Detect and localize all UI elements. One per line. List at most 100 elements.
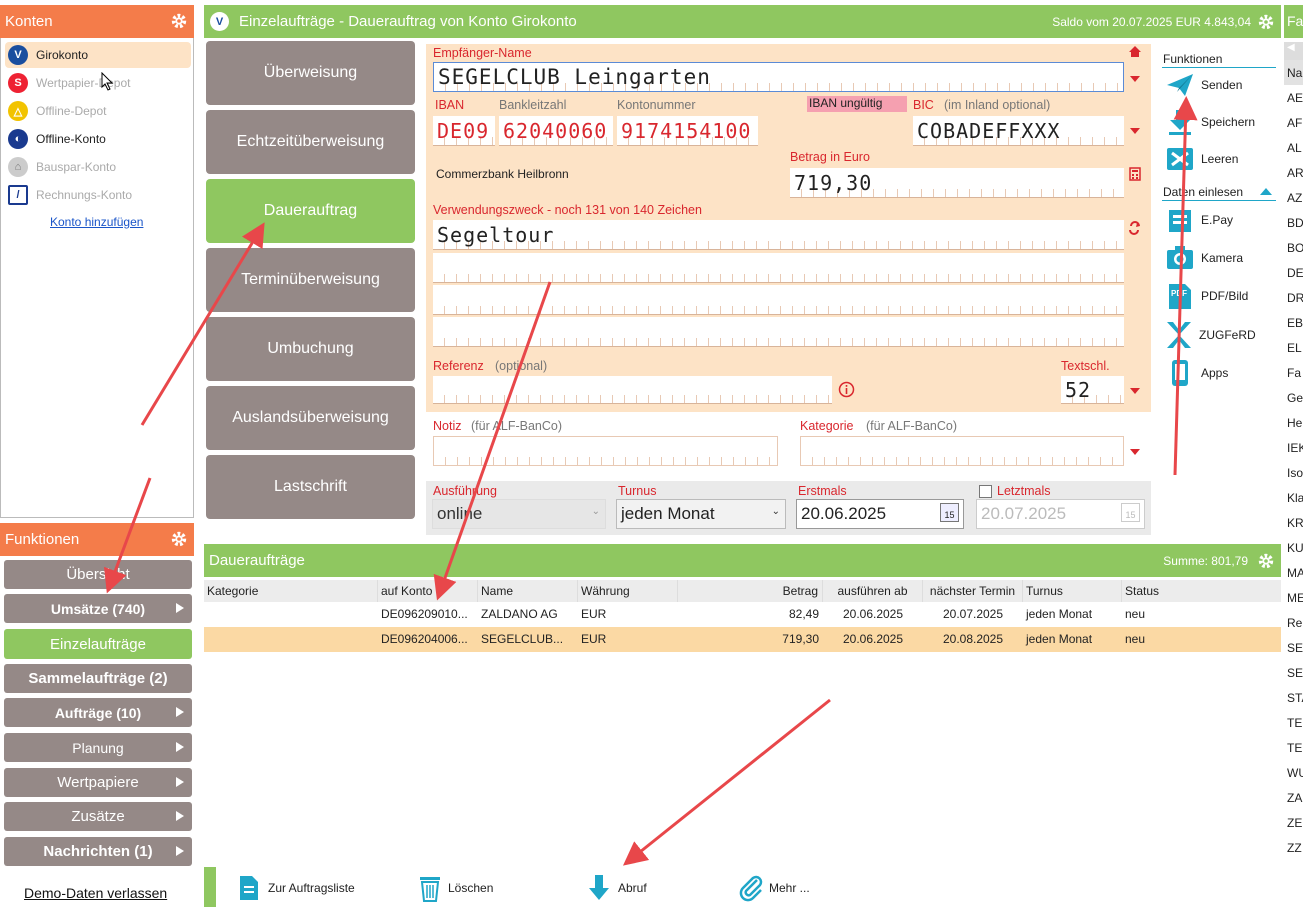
zugferd-button[interactable]: ZUGFeRD bbox=[1165, 320, 1256, 350]
side-list-item[interactable]: MA bbox=[1284, 560, 1303, 585]
nav-uebersicht[interactable]: Übersicht bbox=[4, 560, 192, 589]
col-betrag[interactable]: Betrag bbox=[678, 580, 823, 602]
nav-wertpapiere[interactable]: Wertpapiere bbox=[4, 768, 192, 797]
side-list-item[interactable]: Iso bbox=[1284, 460, 1303, 485]
nav-einzelauftraege[interactable]: Einzelaufträge bbox=[4, 629, 192, 659]
side-list-item[interactable]: AL bbox=[1284, 135, 1303, 160]
col-waehrung[interactable]: Währung bbox=[578, 580, 678, 602]
account-rechnungs-konto[interactable]: / Rechnungs-Konto bbox=[5, 182, 191, 208]
nav-umsaetze[interactable]: Umsätze (740) bbox=[4, 594, 192, 623]
col-auf-konto[interactable]: auf Konto bbox=[378, 580, 478, 602]
account-offline-depot[interactable]: △ Offline-Depot bbox=[5, 98, 191, 124]
dropdown-arrow-icon[interactable] bbox=[1130, 449, 1140, 455]
nav-sammelauftraege[interactable]: Sammelaufträge (2) bbox=[4, 664, 192, 693]
side-list-item[interactable]: BO bbox=[1284, 235, 1303, 260]
col-name[interactable]: Name bbox=[478, 580, 578, 602]
pdf-button[interactable]: PDF PDF/Bild bbox=[1165, 282, 1248, 310]
col-ausfuehren-ab[interactable]: ausführen ab bbox=[823, 580, 923, 602]
dropdown-arrow-icon[interactable] bbox=[1130, 388, 1140, 394]
gear-icon[interactable] bbox=[1257, 13, 1275, 31]
side-list-item[interactable]: AZ bbox=[1284, 185, 1303, 210]
account-wertpapier-depot[interactable]: S Wertpapier-Depot bbox=[5, 70, 191, 96]
side-list-item[interactable]: IEK bbox=[1284, 435, 1303, 460]
side-list-item[interactable]: KR bbox=[1284, 510, 1303, 535]
side-list-item[interactable]: Ge bbox=[1284, 385, 1303, 410]
side-list-item[interactable]: TE bbox=[1284, 735, 1303, 760]
abruf-button[interactable]: Abruf bbox=[588, 874, 647, 902]
gear-icon[interactable] bbox=[1257, 552, 1275, 570]
calendar-icon[interactable]: 15 bbox=[940, 503, 959, 522]
zweck-line-3[interactable] bbox=[433, 285, 1124, 315]
col-turnus[interactable]: Turnus bbox=[1023, 580, 1122, 602]
clear-button[interactable]: Leeren bbox=[1165, 145, 1238, 173]
kto-input[interactable]: 9174154100 bbox=[617, 116, 758, 146]
zweck-line-4[interactable] bbox=[433, 317, 1124, 347]
side-list-item[interactable]: Kla bbox=[1284, 485, 1303, 510]
blz-input[interactable]: 62040060 bbox=[499, 116, 613, 146]
side-list-item[interactable]: ME bbox=[1284, 585, 1303, 610]
side-list-item[interactable]: SE bbox=[1284, 660, 1303, 685]
side-list-item[interactable]: SE bbox=[1284, 635, 1303, 660]
save-button[interactable]: Speichern bbox=[1165, 108, 1255, 136]
zweck-line-2[interactable] bbox=[433, 253, 1124, 283]
gear-icon[interactable] bbox=[170, 530, 188, 548]
col-naechster-termin[interactable]: nächster Termin bbox=[923, 580, 1023, 602]
zweck-line-1[interactable]: Segeltour bbox=[433, 220, 1124, 250]
calculator-icon[interactable] bbox=[1129, 167, 1141, 181]
type-dauerauftrag[interactable]: Dauerauftrag bbox=[206, 179, 415, 243]
apps-button[interactable]: Apps bbox=[1165, 358, 1228, 388]
kategorie-input[interactable] bbox=[800, 436, 1124, 466]
swap-icon[interactable] bbox=[1128, 221, 1141, 235]
delete-button[interactable]: Löschen bbox=[418, 874, 493, 902]
textschl-input[interactable]: 52 bbox=[1061, 376, 1124, 404]
side-list-item[interactable]: AR bbox=[1284, 160, 1303, 185]
more-button[interactable]: Mehr ... bbox=[739, 874, 810, 902]
side-list-item[interactable]: Re bbox=[1284, 610, 1303, 635]
col-kategorie[interactable]: Kategorie bbox=[204, 580, 378, 602]
send-button[interactable]: Senden bbox=[1165, 72, 1242, 98]
erstmals-input[interactable]: 20.06.2025 15 bbox=[796, 499, 964, 529]
side-list-item[interactable]: ZA bbox=[1284, 785, 1303, 810]
account-bauspar-konto[interactable]: ⌂ Bauspar-Konto bbox=[5, 154, 191, 180]
side-list-item[interactable]: STA bbox=[1284, 685, 1303, 710]
type-lastschrift[interactable]: Lastschrift bbox=[206, 455, 415, 519]
side-list-item[interactable]: Na bbox=[1284, 60, 1303, 85]
side-list-item[interactable]: EB bbox=[1284, 310, 1303, 335]
side-list-item[interactable]: AF bbox=[1284, 110, 1303, 135]
type-auslandsueberweisung[interactable]: Auslandsüberweisung bbox=[206, 386, 415, 450]
side-list-item[interactable]: Fa bbox=[1284, 360, 1303, 385]
auftragsliste-button[interactable]: Zur Auftragsliste bbox=[238, 874, 355, 902]
side-list-item[interactable]: EL bbox=[1284, 335, 1303, 360]
side-list-item[interactable]: DR bbox=[1284, 285, 1303, 310]
type-echtzeitueberweisung[interactable]: Echtzeitüberweisung bbox=[206, 110, 415, 174]
side-list-item[interactable]: He bbox=[1284, 410, 1303, 435]
exit-demo-link[interactable]: Demo-Daten verlassen bbox=[24, 885, 167, 901]
type-terminueberweisung[interactable]: Terminüberweisung bbox=[206, 248, 415, 312]
ausfuehrung-select[interactable]: online ⌄ bbox=[432, 499, 606, 529]
side-list-item[interactable]: BD bbox=[1284, 210, 1303, 235]
scroll-left-icon[interactable]: ◀ bbox=[1284, 42, 1303, 60]
nav-auftraege[interactable]: Aufträge (10) bbox=[4, 698, 192, 727]
bic-input[interactable]: COBADEFFXXX bbox=[913, 116, 1124, 146]
gear-icon[interactable] bbox=[170, 12, 188, 30]
iban-country-input[interactable]: DE09 bbox=[433, 116, 495, 146]
epay-button[interactable]: E.Pay bbox=[1165, 206, 1233, 234]
account-girokonto[interactable]: V Girokonto bbox=[5, 42, 191, 68]
camera-button[interactable]: Kamera bbox=[1165, 244, 1243, 272]
side-list-item[interactable]: DE bbox=[1284, 260, 1303, 285]
collapse-up-icon[interactable] bbox=[1260, 188, 1272, 195]
nav-planung[interactable]: Planung bbox=[4, 733, 192, 762]
referenz-input[interactable] bbox=[433, 376, 832, 404]
info-icon[interactable] bbox=[838, 381, 855, 398]
dropdown-arrow-icon[interactable] bbox=[1130, 128, 1140, 134]
table-row[interactable]: DE096204006... SEGELCLUB... EUR 719,30 2… bbox=[204, 627, 1281, 652]
type-ueberweisung[interactable]: Überweisung bbox=[206, 41, 415, 105]
table-row[interactable]: DE096209010... ZALDANO AG EUR 82,49 20.0… bbox=[204, 602, 1281, 627]
turnus-select[interactable]: jeden Monat ⌄ bbox=[616, 499, 786, 529]
letztmals-checkbox[interactable] bbox=[979, 485, 992, 498]
side-list-item[interactable]: WU bbox=[1284, 760, 1303, 785]
nav-zusaetze[interactable]: Zusätze bbox=[4, 802, 192, 831]
col-status[interactable]: Status bbox=[1122, 580, 1281, 602]
type-umbuchung[interactable]: Umbuchung bbox=[206, 317, 415, 381]
side-list-item[interactable]: AE bbox=[1284, 85, 1303, 110]
